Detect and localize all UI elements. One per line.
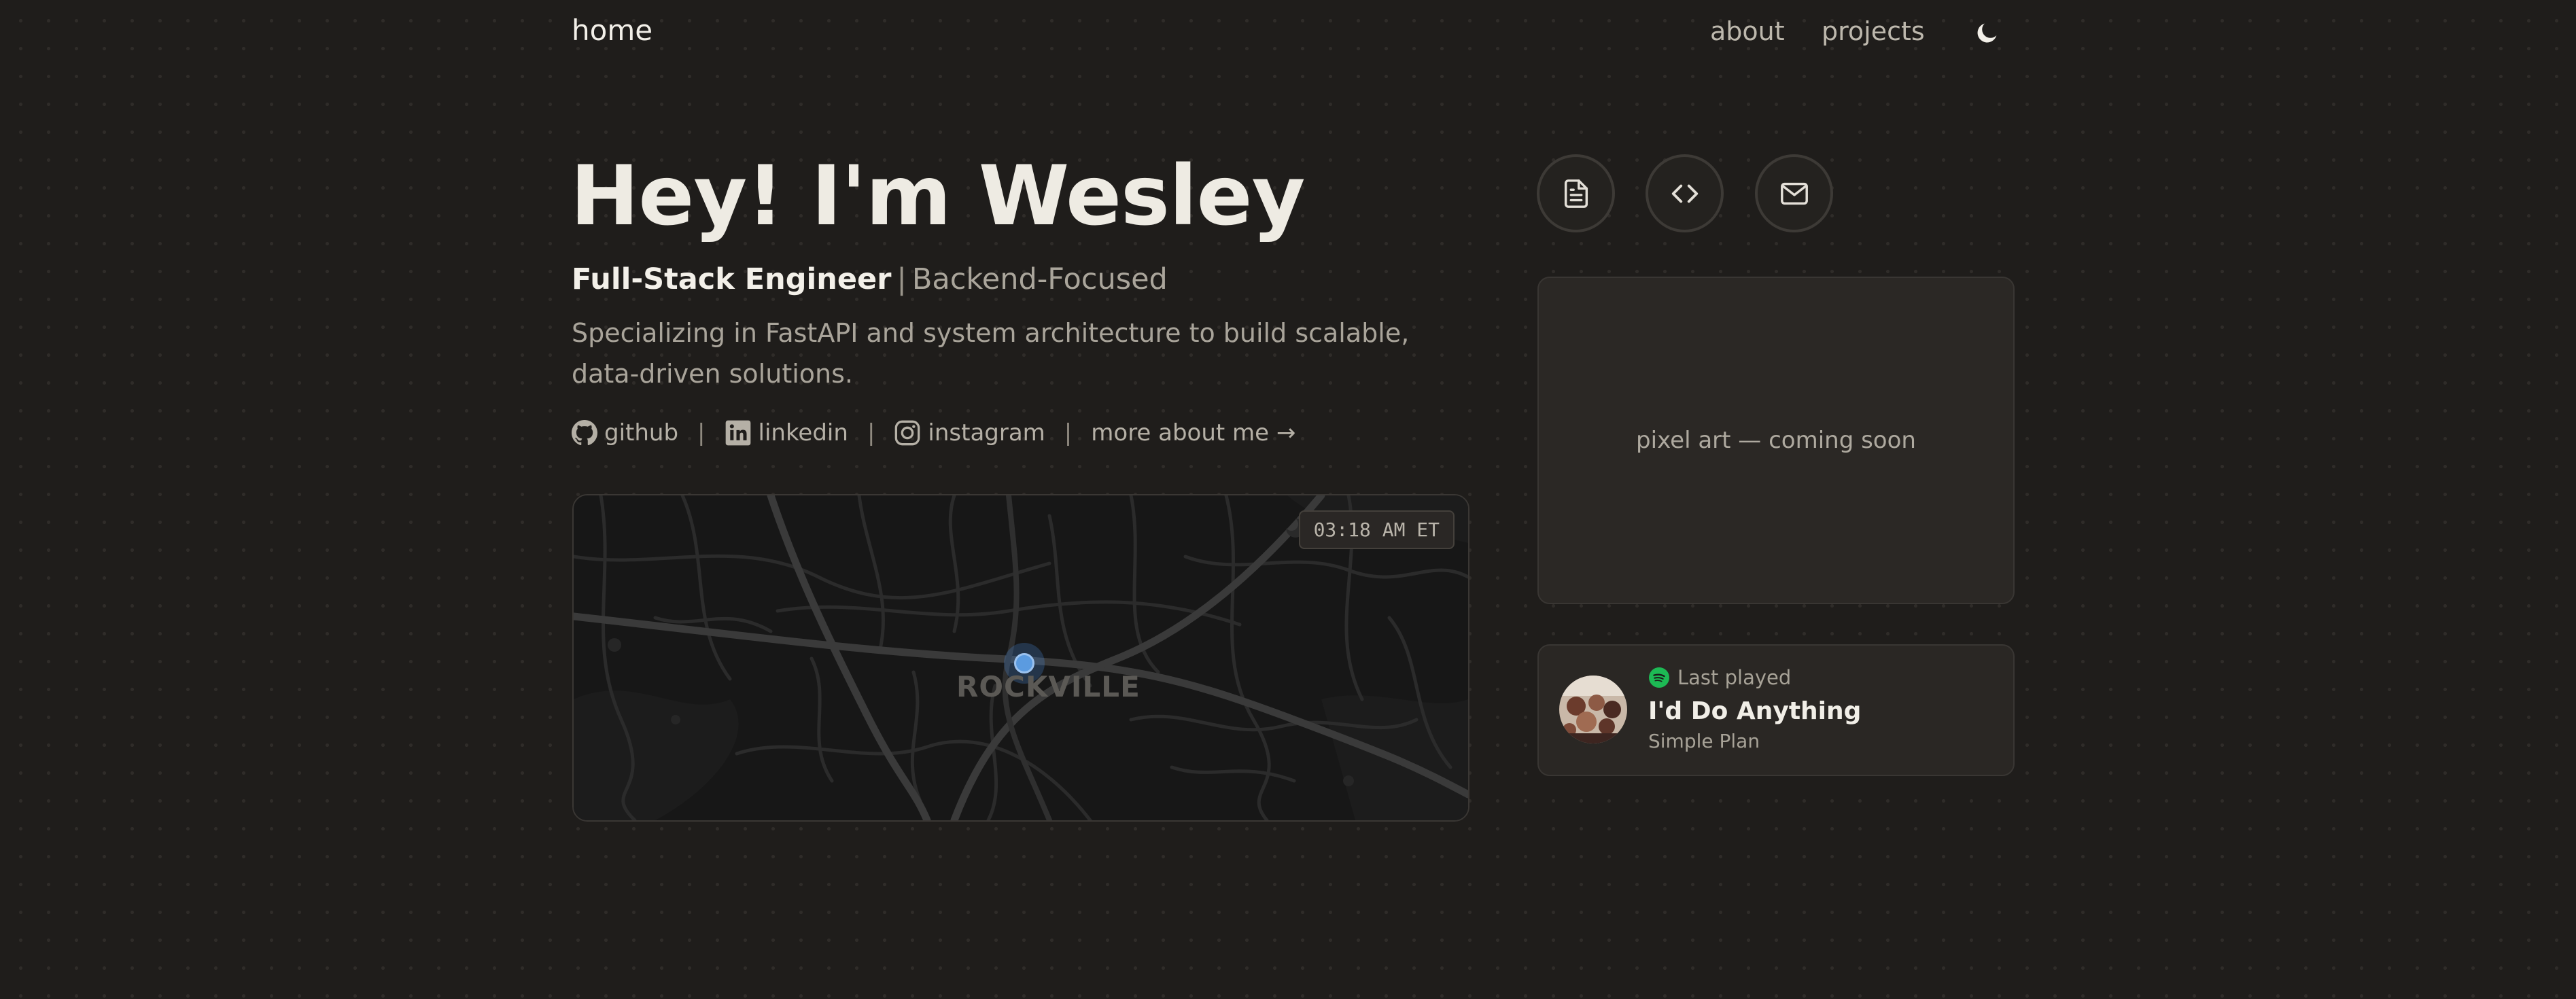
separator: |	[1064, 419, 1073, 446]
nav-home-link[interactable]: home	[572, 14, 652, 47]
resume-button[interactable]	[1537, 154, 1615, 232]
instagram-icon	[895, 420, 920, 446]
location-map[interactable]: ROCKVILLE 03:18 AM ET	[572, 494, 1469, 822]
github-icon	[572, 420, 597, 446]
last-played-row: Last played	[1649, 666, 1791, 689]
linkedin-icon	[725, 420, 750, 446]
tagline: Specializing in FastAPI and system archi…	[572, 318, 1410, 389]
code-button[interactable]	[1646, 154, 1724, 232]
pixel-art-card: pixel art — coming soon	[1537, 277, 2015, 604]
last-played-label: Last played	[1677, 666, 1792, 689]
separator: |	[697, 419, 706, 446]
theme-toggle-button[interactable]	[1968, 14, 2006, 52]
linkedin-link[interactable]: linkedin	[725, 419, 848, 446]
document-icon	[1564, 179, 1588, 208]
role-secondary: Backend-Focused	[911, 262, 1168, 296]
nav-link-projects[interactable]: projects	[1822, 16, 1925, 46]
code-icon	[1671, 184, 1698, 203]
more-about-me-link[interactable]: more about me →	[1091, 419, 1295, 446]
nav-link-about[interactable]: about	[1710, 16, 1785, 46]
instagram-link[interactable]: instagram	[894, 419, 1045, 446]
role-separator: |	[897, 262, 907, 296]
github-label: github	[604, 419, 679, 446]
linkedin-label: linkedin	[758, 419, 848, 446]
separator: |	[867, 419, 875, 446]
album-art	[1559, 676, 1627, 743]
mail-icon	[1780, 182, 1808, 205]
email-button[interactable]	[1755, 154, 1833, 232]
track-title: I'd Do Anything	[1648, 697, 1862, 725]
instagram-label: instagram	[928, 419, 1045, 446]
hero-title: Hey! I'm Wesley	[570, 148, 1305, 244]
pixel-art-placeholder: pixel art — coming soon	[1636, 427, 1916, 454]
spotify-icon	[1649, 667, 1669, 688]
github-link[interactable]: github	[572, 419, 678, 446]
role-primary: Full-Stack Engineer	[572, 262, 892, 296]
track-artist: Simple Plan	[1648, 730, 1760, 752]
now-playing-card[interactable]: Last played I'd Do Anything Simple Plan	[1537, 644, 2015, 776]
social-links: github | linkedin | instagram | more abo…	[572, 419, 1295, 446]
city-label: ROCKVILLE	[956, 670, 1141, 703]
role-line: Full-Stack Engineer | Backend-Focused	[572, 262, 1168, 296]
moon-icon	[1977, 23, 1997, 43]
local-time-badge: 03:18 AM ET	[1298, 510, 1455, 549]
